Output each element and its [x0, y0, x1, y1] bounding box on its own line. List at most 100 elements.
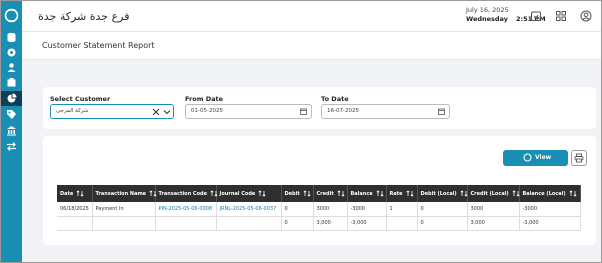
report-card: View Date Transaction Name Transaction Cod… — [43, 136, 596, 245]
view-button[interactable]: View — [503, 150, 568, 166]
column-header[interactable]: Debit — [281, 185, 314, 202]
calendar-icon[interactable] — [300, 108, 307, 115]
sidebar-item-users[interactable] — [6, 62, 17, 73]
sidebar-item-tags[interactable] — [6, 109, 17, 120]
to-date-value: 16-07-2025 — [327, 108, 359, 114]
from-date-input[interactable]: 01-05-2025 — [185, 104, 312, 119]
totals-row: 0 3,000 -3,000 0 3,000 -3,000 — [57, 216, 581, 231]
box-icon — [7, 78, 16, 87]
circle-icon — [523, 153, 532, 162]
sort-icon[interactable] — [210, 190, 218, 197]
calendar-icon[interactable] — [530, 10, 542, 22]
sort-icon[interactable] — [337, 190, 345, 197]
table-row[interactable]: 06/18/2025 Payment In PIN-2025-05-06-0008 J… — [57, 202, 581, 217]
total-cell: -3,000 — [519, 216, 581, 231]
column-header-label: Credit — [316, 191, 334, 197]
table-header-row: Date Transaction Name Transaction Code Jour… — [57, 185, 581, 202]
customer-select[interactable]: شركة المرجى — [50, 104, 174, 119]
column-header-label: Rate — [389, 191, 403, 197]
statement-table: Date Transaction Name Transaction Code Jour… — [57, 185, 581, 231]
total-cell: 0 — [417, 216, 468, 231]
table-cell[interactable]: PIN-2025-05-06-0008 — [155, 202, 217, 217]
table-cell: -3000 — [347, 202, 387, 217]
to-date-label: To Date — [321, 95, 349, 103]
sort-icon[interactable] — [406, 190, 414, 197]
sort-icon[interactable] — [149, 190, 157, 197]
total-cell: -3,000 — [347, 216, 387, 231]
column-header[interactable]: Balance — [347, 185, 387, 202]
gear-icon — [7, 48, 16, 57]
pie-chart-icon — [7, 93, 17, 103]
sort-icon[interactable] — [76, 190, 84, 197]
apps-grid-icon[interactable] — [555, 10, 567, 22]
page-title: Customer Statement Report — [42, 41, 155, 50]
print-button[interactable] — [571, 150, 587, 166]
clear-icon[interactable] — [152, 108, 160, 116]
users-icon — [7, 63, 16, 72]
sidebar-item-settings[interactable] — [6, 47, 17, 58]
column-header[interactable]: Transaction Name — [92, 185, 157, 202]
column-header[interactable]: Credit (Local) — [467, 185, 520, 202]
current-date: July 16, 2025 — [466, 6, 509, 14]
column-header-label: Transaction Code — [158, 191, 208, 197]
view-button-label: View — [535, 154, 552, 161]
customer-label: Select Customer — [50, 95, 111, 103]
column-header[interactable]: Credit — [313, 185, 348, 202]
sort-icon[interactable] — [303, 190, 311, 197]
customer-value: شركة المرجى — [56, 108, 89, 114]
sort-icon[interactable] — [460, 190, 468, 197]
sort-icon[interactable] — [376, 190, 384, 197]
sidebar-item-transfers[interactable] — [6, 141, 17, 152]
column-header[interactable]: Rate — [386, 185, 418, 202]
column-header-label: Transaction Name — [95, 191, 147, 197]
column-header[interactable]: Date — [57, 185, 93, 202]
total-cell: 0 — [281, 216, 314, 231]
table-cell: 1 — [386, 202, 418, 217]
table-cell: 0 — [417, 202, 468, 217]
user-account-icon[interactable] — [580, 10, 592, 22]
sidebar-item-products[interactable] — [6, 77, 17, 88]
table-cell[interactable]: JRNL-2025-05-06-0037 — [216, 202, 282, 217]
bank-icon — [7, 126, 16, 136]
table-cell: 3000 — [313, 202, 348, 217]
total-cell — [216, 216, 282, 231]
table-cell: 3000 — [467, 202, 520, 217]
column-header[interactable]: Debit (Local) — [417, 185, 468, 202]
column-header[interactable]: Balance (Local) — [519, 185, 581, 202]
top-header: فرع جدة شركة جدة July 16, 2025 Wednesday… — [22, 1, 601, 31]
table-cell: -3000 — [519, 202, 581, 217]
tag-icon — [7, 110, 16, 119]
total-cell — [57, 216, 93, 231]
from-date-value: 01-05-2025 — [191, 108, 223, 114]
sidebar-item-reports[interactable] — [1, 91, 22, 106]
transfer-icon — [7, 142, 16, 151]
table-cell: 06/18/2025 — [57, 202, 93, 217]
sidebar — [1, 1, 22, 262]
title-bar: Customer Statement Report — [22, 31, 601, 60]
column-header[interactable]: Journal Code — [216, 185, 282, 202]
to-date-input[interactable]: 16-07-2025 — [321, 104, 450, 119]
total-cell — [386, 216, 418, 231]
column-header-label: Credit (Local) — [470, 191, 509, 197]
total-cell — [92, 216, 156, 231]
column-header-label: Debit (Local) — [420, 191, 457, 197]
total-cell — [155, 216, 217, 231]
from-date-label: From Date — [185, 95, 224, 103]
column-header-label: Balance (Local) — [522, 191, 566, 197]
app-logo-icon — [4, 8, 19, 23]
total-cell: 3,000 — [313, 216, 348, 231]
column-header-label: Journal Code — [219, 191, 256, 197]
table-cell: 0 — [281, 202, 314, 217]
database-icon — [7, 32, 16, 43]
sort-icon[interactable] — [569, 190, 577, 197]
sidebar-item-database[interactable] — [6, 32, 17, 43]
sidebar-item-bank[interactable] — [6, 125, 17, 136]
sort-icon[interactable] — [258, 190, 266, 197]
column-header[interactable]: Transaction Code — [155, 185, 218, 202]
chevron-down-icon[interactable] — [163, 108, 171, 116]
total-cell: 3,000 — [467, 216, 520, 231]
filter-card: Select Customer شركة المرجى From Date 01… — [43, 87, 596, 129]
sort-icon[interactable] — [512, 190, 520, 197]
calendar-icon[interactable] — [438, 108, 445, 115]
column-header-label: Date — [60, 191, 74, 197]
